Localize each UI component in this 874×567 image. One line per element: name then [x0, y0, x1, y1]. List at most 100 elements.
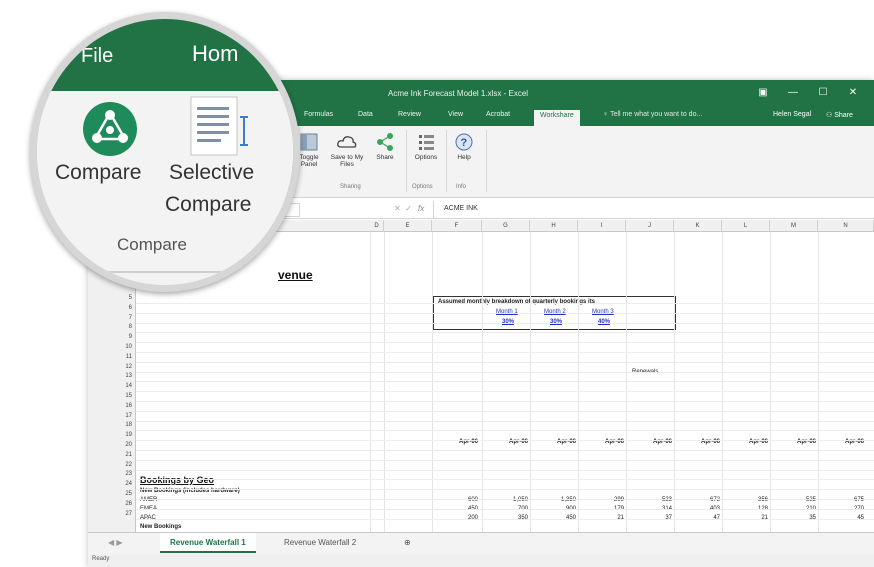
geo-value-cell[interactable]: 299	[580, 496, 624, 504]
tab-data[interactable]: Data	[358, 111, 373, 118]
sheet-tab-revenue-waterfall-2[interactable]: Revenue Waterfall 2	[274, 533, 366, 553]
compare-label[interactable]: Compare	[55, 161, 141, 185]
cancel-confirm-icons[interactable]: ✕ ✓	[394, 204, 412, 213]
col-header[interactable]: E	[384, 220, 432, 232]
row-header[interactable]: 23	[88, 470, 136, 478]
row-header[interactable]: 11	[88, 353, 136, 361]
group-label-info: Info	[456, 184, 467, 190]
col-header[interactable]: L	[722, 220, 770, 232]
row-header[interactable]: 5	[88, 294, 136, 302]
file-tab[interactable]: File	[81, 45, 113, 68]
maximize-button[interactable]: ☐	[812, 86, 834, 100]
date-header-cell[interactable]: Apr-06	[532, 438, 576, 446]
save-to-my-files-button[interactable]: Save to My Files	[326, 132, 368, 168]
tab-review[interactable]: Review	[398, 111, 421, 118]
row-header[interactable]: 20	[88, 441, 136, 449]
col-header[interactable]: G	[482, 220, 530, 232]
options-button[interactable]: Options	[410, 132, 442, 161]
geo-value-cell[interactable]: 525	[772, 496, 816, 504]
row-header[interactable]: 14	[88, 382, 136, 390]
geo-value-cell[interactable]: 523	[628, 496, 672, 504]
date-header-cell[interactable]: Apr-06	[772, 438, 816, 446]
col-header[interactable]: H	[530, 220, 578, 232]
selective-label[interactable]: Selective	[169, 161, 254, 185]
row-header[interactable]: 22	[88, 461, 136, 469]
home-tab[interactable]: Hom	[192, 41, 238, 67]
row-header[interactable]: 15	[88, 392, 136, 400]
fx-icon[interactable]: fx	[418, 204, 424, 213]
date-header-cell[interactable]: Apr-06	[434, 438, 478, 446]
tab-formulas[interactable]: Formulas	[304, 111, 333, 118]
tell-me-text: Tell me what you want to do...	[610, 111, 703, 118]
assumptions-title: Assumed monthly breakdown of quarterly b…	[438, 299, 596, 305]
help-button[interactable]: ? Help	[450, 132, 478, 161]
col-header[interactable]: J	[626, 220, 674, 232]
group-label-options: Options	[412, 184, 433, 190]
row-header[interactable]: 12	[88, 363, 136, 371]
row-header[interactable]: 9	[88, 333, 136, 341]
formula-input[interactable]: ACME INK	[433, 201, 874, 219]
share-btn-label: Share	[376, 154, 394, 161]
row-header[interactable]: 26	[88, 500, 136, 508]
geo-value-cell[interactable]: 1,050	[484, 496, 528, 504]
geo-row-label[interactable]: New Bookings	[140, 523, 181, 531]
sheet-tab-revenue-waterfall-1[interactable]: Revenue Waterfall 1	[160, 533, 256, 553]
row-header[interactable]: 27	[88, 510, 136, 518]
add-sheet-icon[interactable]: ⊕	[394, 533, 421, 553]
row-header[interactable]: 24	[88, 480, 136, 488]
col-header[interactable]: F	[432, 220, 482, 232]
geo-value-cell[interactable]: 672	[676, 496, 720, 504]
row-header[interactable]: 18	[88, 421, 136, 429]
selective-compare-icon[interactable]	[187, 95, 249, 159]
geo-row-label[interactable]: AMER	[140, 496, 157, 504]
scroll-tabs-icons[interactable]: ◀ ▶	[98, 533, 133, 553]
row-header[interactable]: 6	[88, 304, 136, 312]
row-header[interactable]: 19	[88, 431, 136, 439]
row-header[interactable]: 17	[88, 412, 136, 420]
grid-row-line	[136, 401, 874, 402]
compare-icon[interactable]	[82, 101, 138, 157]
col-header[interactable]: M	[770, 220, 818, 232]
row-header[interactable]: 21	[88, 451, 136, 459]
tab-workshare[interactable]: Workshare	[534, 110, 580, 126]
row-header[interactable]: 7	[88, 314, 136, 322]
tab-acrobat[interactable]: Acrobat	[486, 111, 510, 118]
col-header[interactable]: D	[370, 220, 384, 232]
tab-view[interactable]: View	[448, 111, 463, 118]
date-header-cell[interactable]: Apr-06	[484, 438, 528, 446]
date-header-cell[interactable]: Apr-06	[724, 438, 768, 446]
row-header[interactable]: 13	[88, 372, 136, 380]
geo-value-cell[interactable]: 675	[820, 496, 864, 504]
date-header-cell[interactable]: Apr-06	[820, 438, 864, 446]
share-button[interactable]: Share	[372, 132, 398, 161]
row-header[interactable]: 8	[88, 323, 136, 331]
svg-text:?: ?	[461, 137, 468, 149]
magnifier-circle: File Hom Compare Selective Compare C Com…	[30, 12, 300, 292]
row-header[interactable]: 16	[88, 402, 136, 410]
window-title: Acme Ink Forecast Model 1.xlsx - Excel	[388, 89, 529, 98]
date-header-cell[interactable]: Apr-06	[676, 438, 720, 446]
grid-row-line	[136, 440, 874, 442]
minimize-button[interactable]: —	[782, 86, 804, 100]
row-header[interactable]: 10	[88, 343, 136, 351]
col-header[interactable]: K	[674, 220, 722, 232]
geo-value-cell[interactable]: 600	[434, 496, 478, 504]
share-icon	[377, 133, 393, 151]
date-header-cell[interactable]: Apr-06	[580, 438, 624, 446]
date-header-cell[interactable]: Apr-06	[628, 438, 672, 446]
row-header[interactable]: 25	[88, 490, 136, 498]
geo-value-cell[interactable]: 1,350	[532, 496, 576, 504]
col-header[interactable]: I	[578, 220, 626, 232]
col-header[interactable]: N	[818, 220, 874, 232]
ribbon-display-icon[interactable]: ▣	[752, 86, 774, 100]
share-link[interactable]: ⚇ Share	[826, 111, 853, 119]
grid-row-line	[136, 489, 874, 491]
user-name[interactable]: Helen Segal	[773, 111, 811, 118]
geo-value-cell[interactable]: 356	[724, 496, 768, 504]
selective-compare-label[interactable]: Compare	[165, 193, 251, 217]
close-button[interactable]: ✕	[842, 86, 864, 100]
tell-me-box[interactable]: ♀ Tell me what you want to do...	[603, 111, 702, 118]
grid-row-line	[136, 459, 874, 461]
grid-row-line	[136, 371, 874, 373]
panel-icon	[300, 133, 318, 151]
